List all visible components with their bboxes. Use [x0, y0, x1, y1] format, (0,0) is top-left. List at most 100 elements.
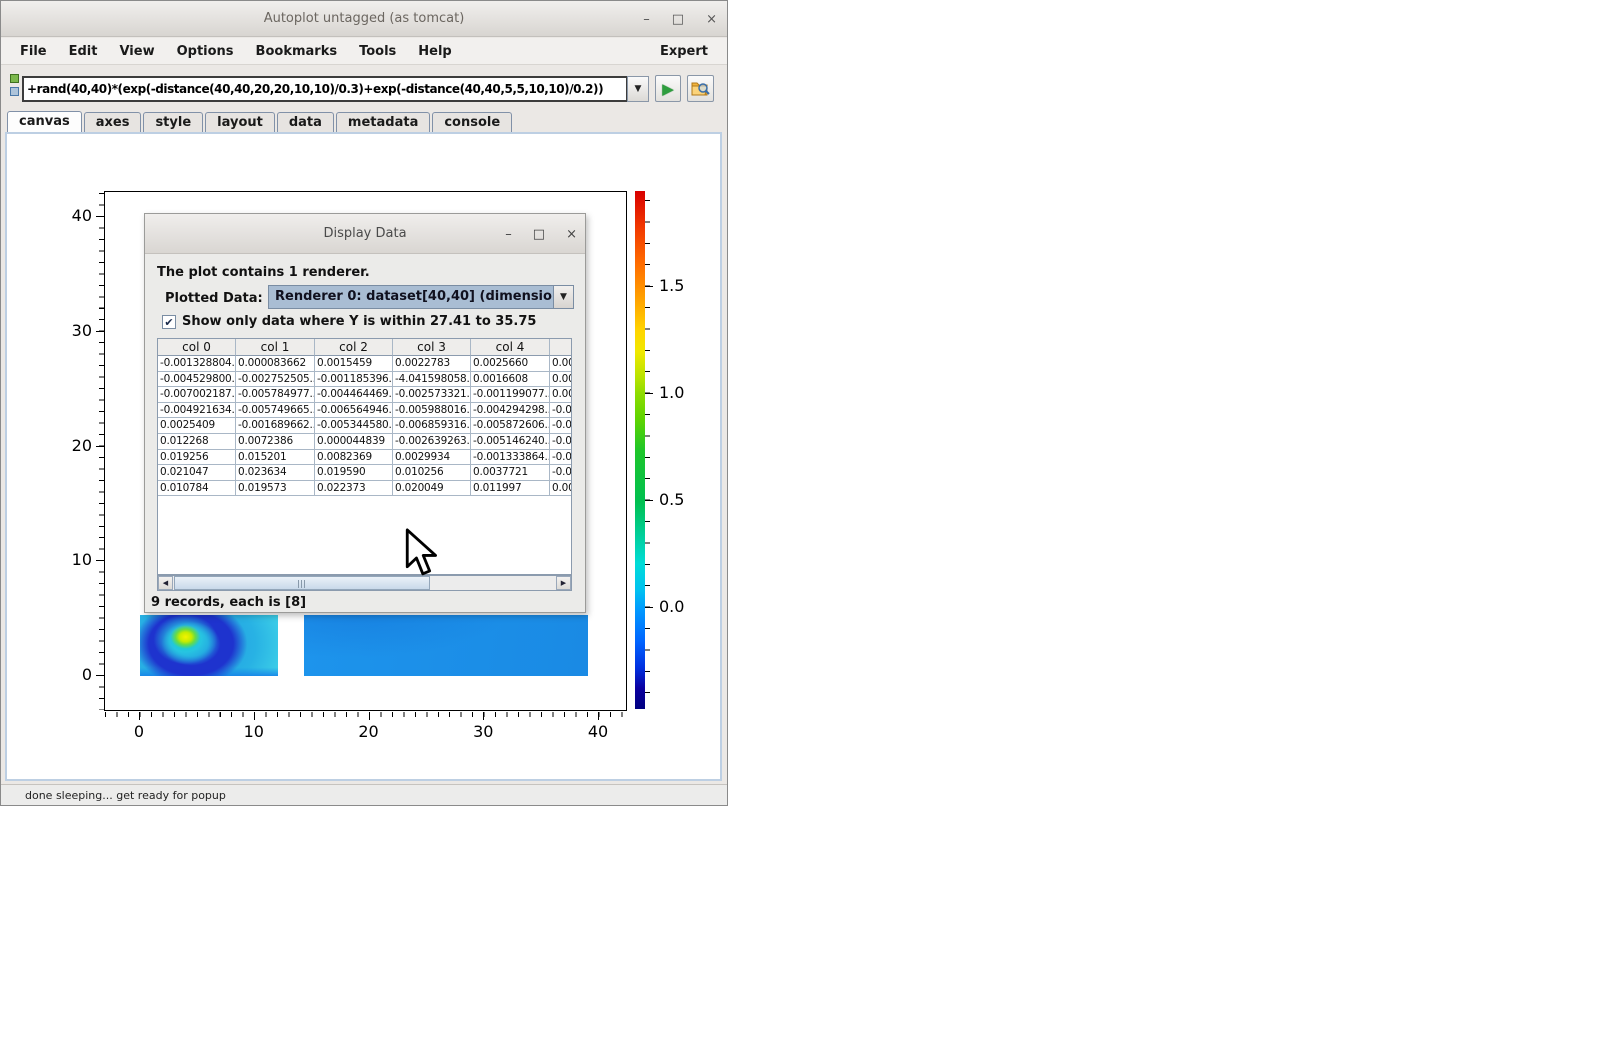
scrollbar-grip [298, 580, 307, 588]
menu-item-bookmarks[interactable]: Bookmarks [247, 41, 347, 62]
uri-input[interactable]: +rand(40,40)*(exp(-distance(40,40,20,20,… [22, 76, 628, 102]
x-axis-major-tick [483, 712, 484, 720]
x-axis-major-tick [139, 712, 140, 720]
datasource-type-icon [9, 73, 21, 99]
x-axis-tick-label: 30 [463, 722, 503, 742]
menu-item-help[interactable]: Help [409, 41, 460, 62]
tab-console[interactable]: console [432, 112, 512, 133]
y-axis-major-tick [96, 446, 104, 447]
go-button[interactable]: ▶ [655, 75, 681, 102]
table-cell: 0.0015459 [315, 356, 393, 372]
y-filter-checkbox[interactable]: ✔ [162, 315, 176, 329]
table-cell: -0.006859316... [393, 418, 471, 434]
table-row[interactable]: 0.0192560.0152010.00823690.0029934-0.001… [158, 450, 571, 466]
table-cell: -0.005146240... [471, 434, 550, 450]
plotted-data-select[interactable]: Renderer 0: dataset[40,40] (dimension...… [268, 285, 574, 309]
dialog-maximize-icon[interactable]: □ [533, 228, 545, 241]
menu-item-tools[interactable]: Tools [350, 41, 405, 62]
colorbar-tick-label: 1.5 [659, 276, 703, 296]
tab-style[interactable]: style [143, 112, 203, 133]
table-row[interactable]: -0.004921634...-0.005749665...-0.0065649… [158, 403, 571, 419]
maximize-icon[interactable]: □ [672, 13, 684, 26]
y-axis-tick-label: 40 [42, 206, 92, 226]
data-table[interactable]: col 0col 1col 2col 3col 4 -0.001328804...… [157, 338, 572, 575]
tab-axes[interactable]: axes [84, 112, 142, 133]
play-icon: ▶ [662, 80, 674, 98]
table-row[interactable]: 0.0122680.00723860.000044839-0.002639263… [158, 434, 571, 450]
table-cell: -0.005749665... [236, 403, 315, 419]
y-axis-major-tick [96, 331, 104, 332]
column-header[interactable]: col 3 [393, 339, 471, 356]
y-axis-tick-label: 20 [42, 436, 92, 456]
autoplot-window: Autoplot untagged (as tomcat) – □ × File… [0, 0, 728, 806]
table-cell: 0.012268 [158, 434, 236, 450]
table-row[interactable]: 0.0210470.0236340.0195900.0102560.003772… [158, 465, 571, 481]
column-header[interactable]: col 2 [315, 339, 393, 356]
table-row[interactable]: -0.007002187...-0.005784977...-0.0044644… [158, 387, 571, 403]
horizontal-scrollbar[interactable]: ◀ ▶ [157, 575, 572, 591]
dialog-minimize-icon[interactable]: – [505, 228, 512, 241]
table-cell: 0.011997 [471, 481, 550, 497]
table-cell: -0.002639263... [393, 434, 471, 450]
plot-canvas[interactable]: Display Data – □ × The plot contains 1 r… [5, 132, 722, 781]
uri-history-dropdown[interactable]: ▼ [627, 76, 649, 102]
tab-data[interactable]: data [277, 112, 334, 133]
tab-metadata[interactable]: metadata [336, 112, 430, 133]
spectrogram-patch-right [304, 615, 588, 676]
column-header[interactable]: col 1 [236, 339, 315, 356]
scroll-right-icon[interactable]: ▶ [556, 576, 571, 590]
check-icon: ✔ [164, 316, 173, 329]
column-header[interactable]: col 4 [471, 339, 550, 356]
column-header[interactable] [550, 339, 572, 356]
folder-search-icon [691, 80, 710, 97]
table-cell: -0.001328804... [158, 356, 236, 372]
spectrogram-patch-left [140, 615, 278, 676]
table-cell: 0.019573 [236, 481, 315, 497]
dialog-titlebar[interactable]: Display Data – □ × [145, 214, 585, 254]
table-row[interactable]: -0.001328804...0.0000836620.00154590.002… [158, 356, 571, 372]
table-row[interactable]: -0.004529800...-0.002752505...-0.0011853… [158, 372, 571, 388]
menu-item-edit[interactable]: Edit [60, 41, 107, 62]
menu-item-options[interactable]: Options [168, 41, 243, 62]
window-titlebar[interactable]: Autoplot untagged (as tomcat) – □ × [1, 1, 727, 37]
table-row[interactable]: 0.0025409-0.001689662...-0.005344580...-… [158, 418, 571, 434]
table-cell: -0.004294298... [471, 403, 550, 419]
menu-item-file[interactable]: File [11, 41, 56, 62]
colorbar-minor-ticks [645, 200, 650, 694]
blue-square-icon [10, 87, 19, 96]
plotted-data-value: Renderer 0: dataset[40,40] (dimension... [269, 286, 553, 308]
menu-item-expert[interactable]: Expert [651, 41, 717, 62]
colorbar[interactable] [635, 191, 645, 709]
close-icon[interactable]: × [706, 13, 717, 26]
table-cell: -4.041598058... [393, 372, 471, 388]
table-cell: -0.001333864... [471, 450, 550, 466]
table-cell: 0.019256 [158, 450, 236, 466]
y-filter-label: Show only data where Y is within 27.41 t… [182, 314, 536, 329]
table-cell: -0.0 [550, 465, 572, 481]
tab-layout[interactable]: layout [205, 112, 275, 133]
y-axis-major-tick [96, 216, 104, 217]
chevron-down-icon: ▼ [635, 84, 642, 94]
table-cell: 0.00 [550, 356, 572, 372]
table-cell: -0.006564946... [315, 403, 393, 419]
combo-dropdown-button[interactable]: ▼ [553, 286, 573, 308]
colorbar-major-tick [645, 607, 653, 608]
plot-layer: Display Data – □ × The plot contains 1 r… [7, 134, 720, 779]
table-cell: -0.004464469... [315, 387, 393, 403]
scroll-left-icon[interactable]: ◀ [158, 576, 173, 590]
menu-item-view[interactable]: View [110, 41, 163, 62]
inspect-uri-button[interactable] [687, 75, 714, 102]
table-cell: 0.0037721 [471, 465, 550, 481]
table-cell: 0.010256 [393, 465, 471, 481]
minimize-icon[interactable]: – [643, 13, 650, 26]
table-cell: 0.000044839 [315, 434, 393, 450]
scrollbar-thumb[interactable] [174, 576, 430, 590]
column-header[interactable]: col 0 [158, 339, 236, 356]
x-axis-tick-label: 0 [119, 722, 159, 742]
address-bar-row: +rand(40,40)*(exp(-distance(40,40,20,20,… [1, 65, 727, 110]
table-row[interactable]: 0.0107840.0195730.0223730.0200490.011997… [158, 481, 571, 497]
dialog-close-icon[interactable]: × [566, 228, 577, 241]
tab-canvas[interactable]: canvas [7, 111, 82, 133]
tab-bar: canvasaxesstylelayoutdatametadataconsole [7, 111, 512, 133]
x-axis-major-tick [369, 712, 370, 720]
